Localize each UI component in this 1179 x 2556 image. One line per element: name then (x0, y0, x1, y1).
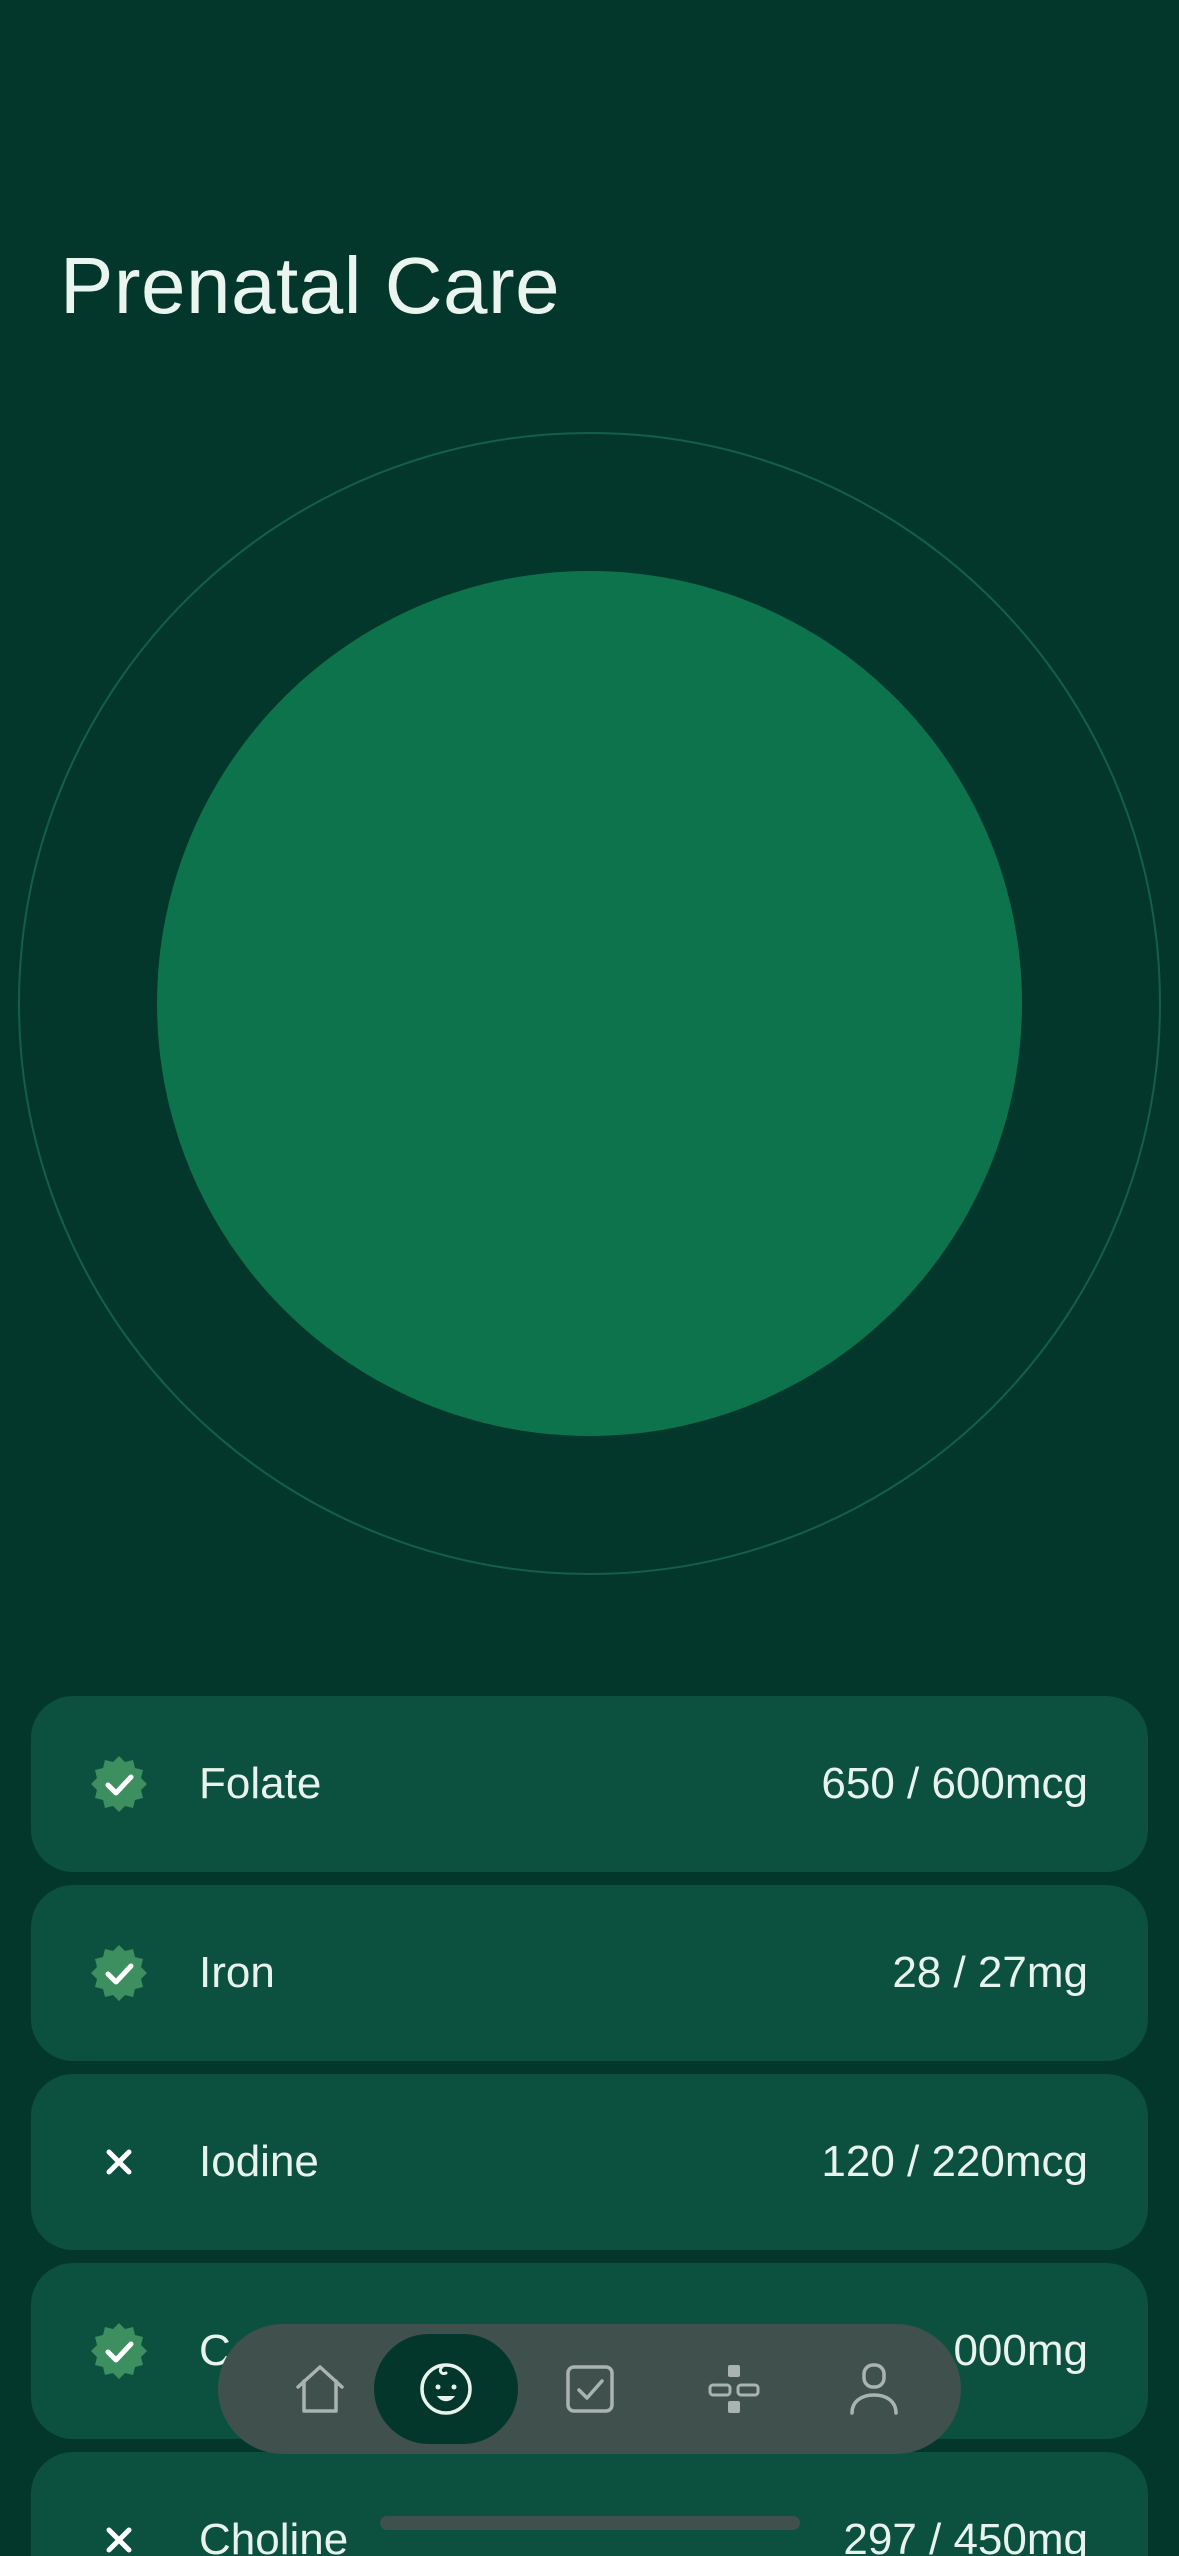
nutrient-label: Iodine (199, 2137, 319, 2186)
x-icon (89, 2132, 149, 2192)
nutrient-row-folate[interactable]: Folate 650 / 600mcg (31, 1696, 1148, 1872)
nutrient-row-choline[interactable]: Choline 297 / 450mg (31, 2452, 1148, 2556)
check-badge-icon (89, 1754, 149, 1814)
nutrient-value: 650 / 600mcg (821, 1759, 1088, 1808)
checkbox-icon (566, 2365, 614, 2413)
prenatal-care-screen: Prenatal Care Folate 650 / 600mcg Iron 2 (0, 0, 1179, 2556)
nutrient-value: 120 / 220mcg (821, 2137, 1088, 2186)
nutrient-label: Folate (199, 1759, 322, 1808)
nutrient-row-iron[interactable]: Iron 28 / 27mg (31, 1885, 1148, 2061)
home-indicator[interactable] (380, 2516, 800, 2530)
check-badge-icon (89, 1943, 149, 2003)
check-badge-icon (89, 2321, 149, 2381)
nutrient-row-iodine[interactable]: Iodine 120 / 220mcg (31, 2074, 1148, 2250)
baby-face-icon (420, 2363, 472, 2415)
network-icon (708, 2365, 760, 2413)
person-icon (850, 2363, 898, 2415)
nav-tasks-button[interactable] (518, 2334, 662, 2444)
nutrient-value: 000mg (953, 2326, 1088, 2375)
nav-network-button[interactable] (662, 2334, 806, 2444)
nutrient-label: Iron (199, 1948, 275, 1997)
home-icon (296, 2365, 344, 2413)
nav-home-button[interactable] (248, 2334, 392, 2444)
nav-baby-button[interactable] (374, 2334, 518, 2444)
nav-profile-button[interactable] (802, 2334, 946, 2444)
nutrient-label: Choline (199, 2515, 349, 2556)
nutrient-value: 297 / 450mg (843, 2515, 1088, 2556)
nutrient-value: 28 / 27mg (892, 1948, 1088, 1997)
x-icon (89, 2510, 149, 2556)
page-title: Prenatal Care (60, 241, 561, 330)
progress-circle[interactable] (157, 571, 1022, 1436)
bottom-nav-bar (218, 2324, 961, 2454)
